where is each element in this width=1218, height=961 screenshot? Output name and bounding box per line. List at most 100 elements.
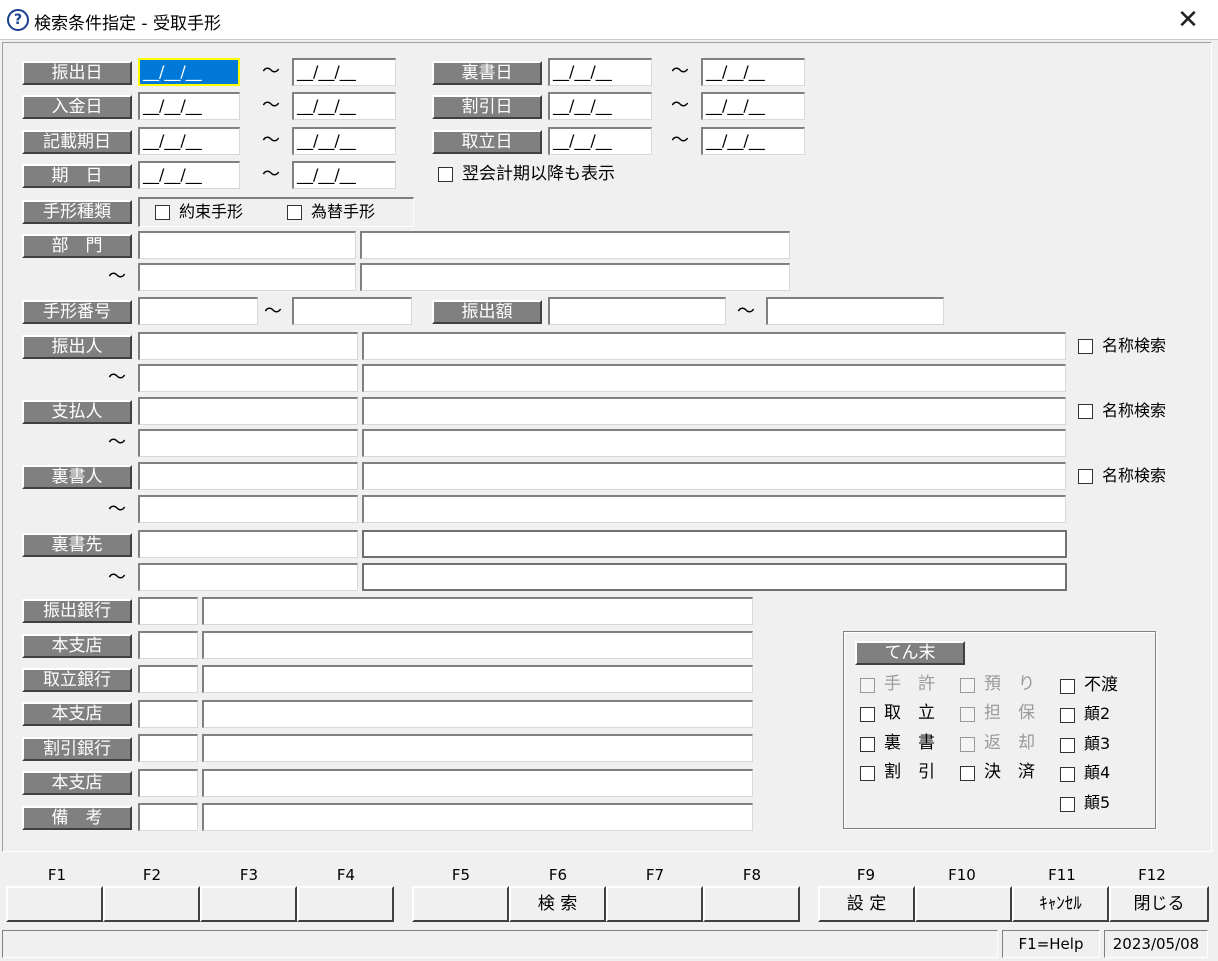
tenmatsu-endorsement-checkbox[interactable] [860,737,875,752]
tenmatsu-custody-label: 預 り [984,674,1035,694]
payer-from-name-input[interactable] [362,397,1066,425]
department-from-name-input[interactable] [360,231,790,259]
endorsee-to-code-input[interactable] [138,563,358,591]
range-tilde: ～ [108,367,126,388]
drawer-name-search-checkbox[interactable] [1078,339,1093,354]
bill-of-exchange-checkbox[interactable] [287,205,302,220]
department-to-code-input[interactable] [138,263,356,291]
search-button[interactable]: 検 索 [509,886,606,922]
window-title: 検索条件指定 - 受取手形 [34,14,221,34]
drawing-branch-code-input[interactable] [138,631,198,659]
fkey-label-f9: F9 [856,866,876,884]
title-bar: ? 検索条件指定 - 受取手形 ✕ [0,0,1218,40]
tenmatsu-collateral-checkbox[interactable] [960,707,975,722]
endorsee-from-name-input[interactable] [362,530,1067,558]
department-to-name-input[interactable] [360,263,790,291]
endorser-to-code-input[interactable] [138,495,358,523]
drawer-to-name-input[interactable] [362,364,1066,392]
payer-name-search-checkbox[interactable] [1078,404,1093,419]
remarks-code-input[interactable] [138,803,198,831]
f5-button[interactable] [412,886,509,922]
fkey-label-f8: F8 [742,866,762,884]
f10-button[interactable] [915,886,1012,922]
f8-button[interactable] [703,886,800,922]
discount-date-to-input[interactable]: __/__/__ [701,92,805,120]
discount-branch-code-input[interactable] [138,769,198,797]
promissory-note-checkbox[interactable] [155,205,170,220]
endorser-to-name-input[interactable] [362,495,1066,523]
endorse-date-to-input[interactable]: __/__/__ [701,58,805,86]
f4-button[interactable] [297,886,394,922]
discount-branch-name-input[interactable] [202,769,753,797]
issue-date-to-input[interactable]: __/__/__ [292,58,396,86]
label-drawer: 振出人 [22,335,132,359]
entry-period-date-from-input[interactable]: __/__/__ [138,127,240,155]
due-date-to-input[interactable]: __/__/__ [292,161,396,189]
payer-to-code-input[interactable] [138,429,358,457]
endorser-from-code-input[interactable] [138,462,358,490]
drawer-from-name-input[interactable] [362,332,1066,360]
note-number-to-input[interactable] [292,297,412,325]
tenmatsu-custody-checkbox[interactable] [960,678,975,693]
tenmatsu-ten3-label: 顛3 [1084,734,1111,753]
tenmatsu-ten4-checkbox[interactable] [1060,767,1075,782]
fkey-label-f12: F12 [1138,866,1166,884]
tenmatsu-return-checkbox[interactable] [960,737,975,752]
range-tilde: ～ [262,164,280,185]
discount-bank-code-input[interactable] [138,734,198,762]
drawing-bank-code-input[interactable] [138,597,198,625]
collecting-bank-code-input[interactable] [138,665,198,693]
range-tilde: ～ [108,499,126,520]
tenmatsu-discount-checkbox[interactable] [860,766,875,781]
endorser-from-name-input[interactable] [362,462,1066,490]
tenmatsu-collection-checkbox[interactable] [860,707,875,722]
tenmatsu-ten2-checkbox[interactable] [1060,708,1075,723]
drawing-branch-name-input[interactable] [202,631,753,659]
close-dialog-button[interactable]: 閉じる [1109,886,1209,922]
drawer-to-code-input[interactable] [138,364,358,392]
discount-date-from-input[interactable]: __/__/__ [548,92,652,120]
label-deposit-date: 入金日 [22,95,132,119]
collecting-branch-name-input[interactable] [202,700,753,728]
f2-button[interactable] [103,886,200,922]
amount-from-input[interactable] [548,297,726,325]
tenmatsu-ten5-checkbox[interactable] [1060,797,1075,812]
drawing-bank-name-input[interactable] [202,597,753,625]
f7-button[interactable] [606,886,703,922]
tenmatsu-settled-checkbox[interactable] [960,766,975,781]
settings-button[interactable]: 設 定 [818,886,915,922]
entry-period-date-to-input[interactable]: __/__/__ [292,127,396,155]
discount-bank-name-input[interactable] [202,734,753,762]
collecting-bank-name-input[interactable] [202,665,753,693]
drawer-from-code-input[interactable] [138,332,358,360]
endorser-name-search-checkbox[interactable] [1078,469,1093,484]
show-after-next-period-checkbox[interactable] [438,167,453,182]
tenmatsu-ten3-checkbox[interactable] [1060,738,1075,753]
collecting-branch-code-input[interactable] [138,700,198,728]
endorse-date-from-input[interactable]: __/__/__ [548,58,652,86]
payer-name-search-label: 名称検索 [1102,401,1167,420]
deposit-date-to-input[interactable]: __/__/__ [292,92,396,120]
close-button[interactable]: ✕ [1168,2,1208,38]
endorsee-to-name-input[interactable] [362,563,1067,591]
f1-button[interactable] [6,886,103,922]
cancel-button[interactable]: ｷｬﾝｾﾙ [1012,886,1109,922]
tenmatsu-dishonored-checkbox[interactable] [1060,679,1075,694]
tenmatsu-dishonored-label: 不渡 [1084,675,1118,695]
deposit-date-from-input[interactable]: __/__/__ [138,92,240,120]
due-date-from-input[interactable]: __/__/__ [138,161,240,189]
collection-date-to-input[interactable]: __/__/__ [701,127,805,155]
fkey-label-f2: F2 [142,866,162,884]
range-tilde: ～ [262,61,280,82]
payer-to-name-input[interactable] [362,429,1066,457]
f3-button[interactable] [200,886,297,922]
tenmatsu-on-hand-checkbox[interactable] [860,678,875,693]
collection-date-from-input[interactable]: __/__/__ [548,127,652,155]
remarks-input[interactable] [202,803,753,831]
note-number-from-input[interactable] [138,297,258,325]
department-from-code-input[interactable] [138,231,356,259]
amount-to-input[interactable] [766,297,944,325]
payer-from-code-input[interactable] [138,397,358,425]
issue-date-from-input[interactable]: __/__/__ [138,58,240,86]
endorsee-from-code-input[interactable] [138,530,358,558]
